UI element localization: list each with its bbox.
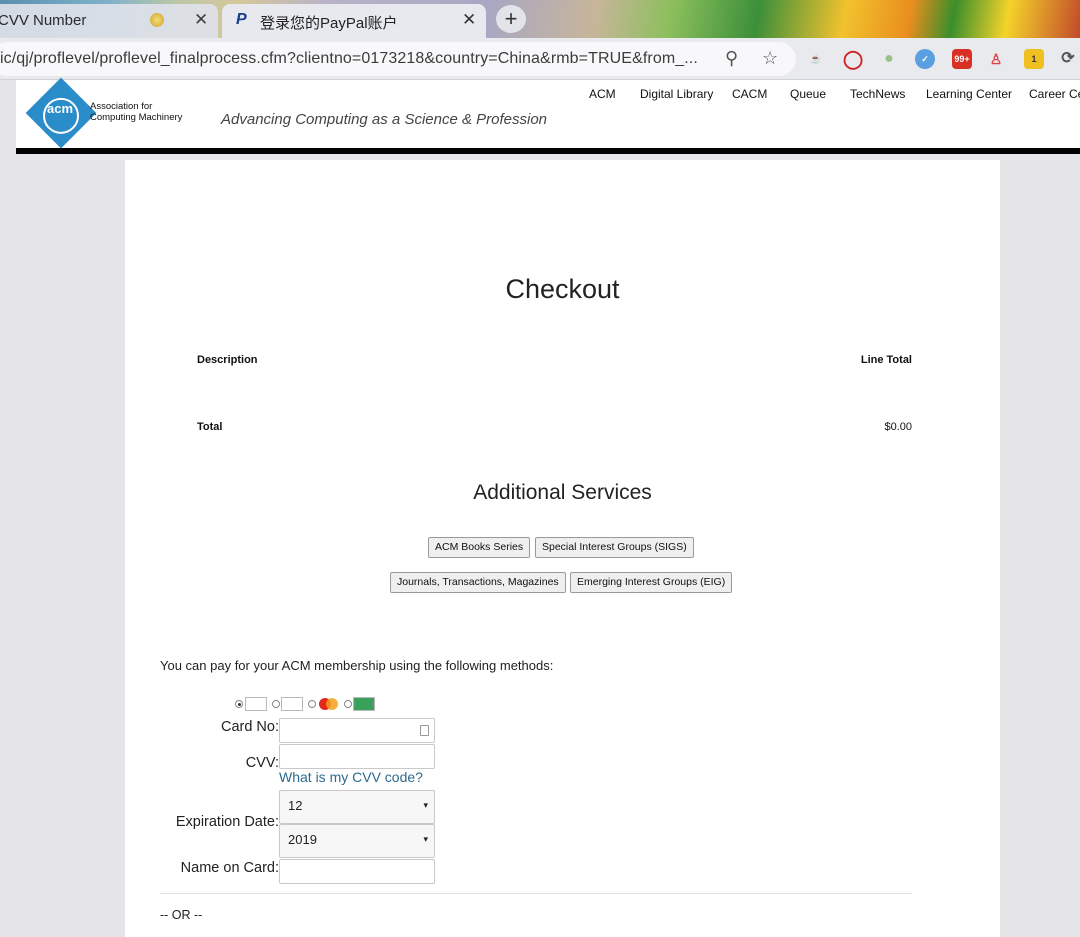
nav-technews[interactable]: TechNews bbox=[850, 87, 905, 101]
zoom-icon[interactable]: ⚲ bbox=[725, 48, 738, 69]
dropdown-arrow-icon: ▾ bbox=[423, 800, 428, 810]
dropdown-arrow-icon: ▾ bbox=[423, 834, 428, 844]
name-on-card-label: Name on Card: bbox=[180, 860, 279, 876]
card-number-field[interactable] bbox=[279, 718, 435, 743]
site-tagline: Advancing Computing as a Science & Profe… bbox=[221, 111, 548, 128]
other-payment-logo-icon bbox=[353, 697, 375, 711]
exp-month-select[interactable]: 12 ▾ bbox=[279, 790, 435, 824]
exp-year-value: 2019 bbox=[288, 832, 317, 847]
acm-books-series-button[interactable]: ACM Books Series bbox=[428, 537, 531, 558]
nav-learning-center[interactable]: Learning Center bbox=[926, 87, 1012, 101]
tab-close-icon[interactable]: ✕ bbox=[194, 10, 208, 30]
cvv-help-link[interactable]: What is my CVV code? bbox=[279, 769, 423, 785]
card-no-label: Card No: bbox=[220, 719, 279, 735]
visa-logo-icon bbox=[281, 697, 303, 711]
browser-tab-paypal[interactable]: P 登录您的PayPal账户 ✕ bbox=[222, 4, 486, 38]
other-method-radio[interactable] bbox=[344, 700, 352, 708]
refresh-extension-icon[interactable]: ⟳ bbox=[1058, 49, 1078, 69]
paypal-radio[interactable] bbox=[235, 700, 243, 708]
mastercard-radio[interactable] bbox=[308, 700, 316, 708]
tab-title: 登录您的PayPal账户 bbox=[260, 15, 398, 32]
cvv-field[interactable] bbox=[279, 744, 435, 769]
nav-queue[interactable]: Queue bbox=[790, 87, 826, 101]
java-extension-icon[interactable]: ☕ bbox=[806, 49, 826, 69]
opera-extension-icon[interactable]: ◯ bbox=[843, 49, 863, 69]
new-tab-button[interactable]: + bbox=[496, 5, 526, 33]
autofill-key-icon[interactable] bbox=[420, 725, 429, 736]
additional-services-title: Additional Services bbox=[473, 481, 652, 504]
url-text[interactable]: ic/qj/proflevel/proflevel_finalprocess.c… bbox=[0, 50, 698, 68]
eig-button[interactable]: Emerging Interest Groups (EIG) bbox=[570, 572, 733, 593]
total-value: $0.00 bbox=[884, 421, 912, 433]
tab-close-icon[interactable]: ✕ bbox=[462, 10, 476, 30]
or-separator: -- OR -- bbox=[160, 908, 203, 922]
site-header: acm Association for Computing Machinery … bbox=[16, 77, 1080, 154]
divider bbox=[160, 893, 912, 894]
nav-digital-library[interactable]: Digital Library bbox=[640, 87, 713, 101]
acm-logo-text: acm bbox=[46, 101, 74, 116]
name-on-card-field[interactable] bbox=[279, 859, 435, 884]
tab-title: CVV Number bbox=[0, 12, 87, 29]
paypal-logo-icon bbox=[245, 697, 267, 711]
org-name-line2: Computing Machinery bbox=[90, 112, 183, 123]
sigs-button[interactable]: Special Interest Groups (SIGS) bbox=[535, 537, 694, 558]
payment-intro: You can pay for your ACM membership usin… bbox=[160, 658, 554, 673]
page-title: Checkout bbox=[505, 274, 620, 304]
org-name: Association for Computing Machinery bbox=[90, 101, 182, 123]
mail-extension-icon[interactable]: 1 bbox=[1024, 49, 1044, 69]
mastercard-logo-icon bbox=[317, 697, 339, 711]
nav-acm[interactable]: ACM bbox=[589, 87, 616, 101]
exp-month-value: 12 bbox=[288, 798, 303, 813]
total-label: Total bbox=[197, 421, 223, 433]
browser-tabstrip: CVV Number ✕ P 登录您的PayPal账户 ✕ + bbox=[0, 0, 1080, 38]
person-extension-icon[interactable]: ♙ bbox=[986, 49, 1006, 69]
description-header: Description bbox=[197, 354, 258, 366]
exp-year-select[interactable]: 2019 ▾ bbox=[279, 824, 435, 858]
tab-favicon-icon bbox=[150, 13, 164, 27]
cvv-label: CVV: bbox=[245, 755, 279, 771]
org-name-line1: Association for bbox=[90, 101, 153, 112]
line-total-header: Line Total bbox=[860, 354, 912, 366]
pdf-extension-icon[interactable]: 99+ bbox=[952, 49, 972, 69]
bookmark-star-icon[interactable]: ☆ bbox=[762, 48, 778, 69]
visa-radio[interactable] bbox=[272, 700, 280, 708]
address-bar[interactable]: ic/qj/proflevel/proflevel_finalprocess.c… bbox=[0, 42, 796, 76]
checkout-content: Checkout Description Line Total Total $0… bbox=[125, 160, 1000, 937]
browser-tab-cvv[interactable]: CVV Number ✕ bbox=[0, 4, 218, 38]
paypal-favicon-icon: P bbox=[236, 11, 247, 28]
nav-career-center[interactable]: Career Cen bbox=[1029, 87, 1080, 101]
circle-extension-icon[interactable]: ● bbox=[879, 49, 899, 69]
journals-button[interactable]: Journals, Transactions, Magazines bbox=[390, 572, 566, 593]
expiration-label: Expiration Date: bbox=[175, 814, 279, 830]
nav-cacm[interactable]: CACM bbox=[732, 87, 767, 101]
check-extension-icon[interactable]: ✓ bbox=[915, 49, 935, 69]
browser-toolbar: ic/qj/proflevel/proflevel_finalprocess.c… bbox=[0, 38, 1080, 80]
